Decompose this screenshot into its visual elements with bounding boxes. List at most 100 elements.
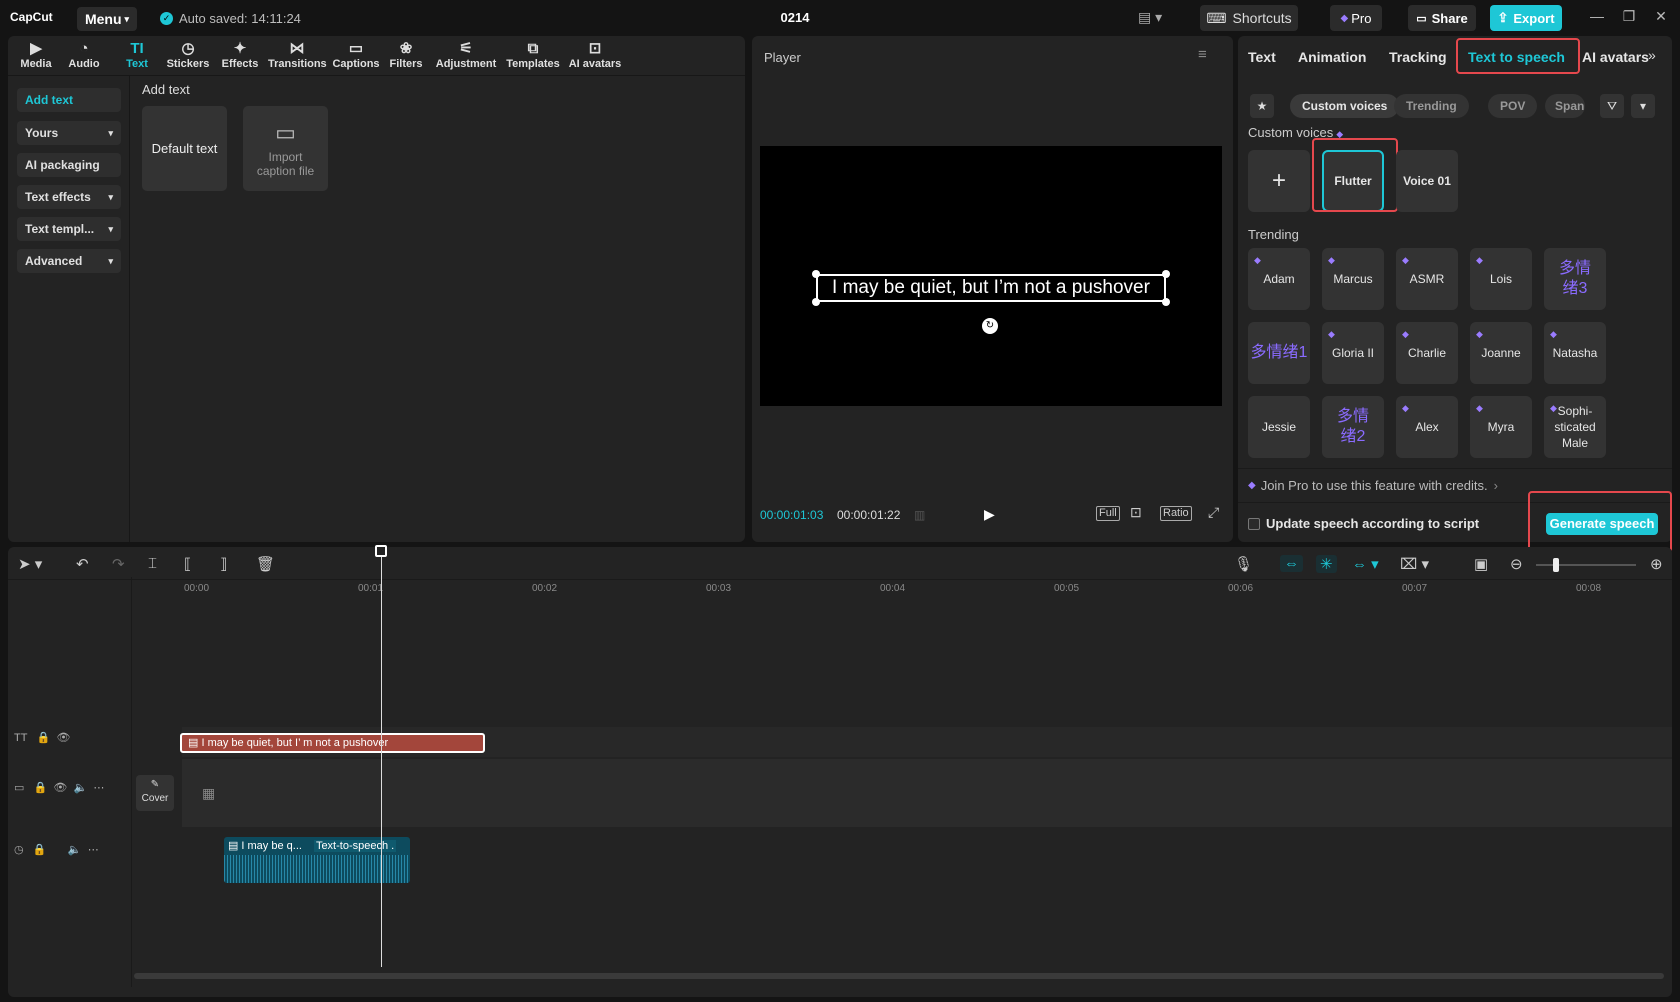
zoom-slider-track[interactable]	[1536, 564, 1636, 566]
tool-transitions[interactable]: ⋈ Transitions	[268, 40, 327, 70]
restore-icon[interactable]: ❐	[1614, 8, 1644, 25]
resize-handle[interactable]	[812, 270, 820, 278]
voice-card-voice-01[interactable]: Voice 01	[1396, 150, 1458, 212]
tab-ai-avatars[interactable]: AI avatars	[1582, 49, 1649, 65]
cover-button[interactable]: ✎ Cover	[136, 775, 174, 811]
close-icon[interactable]: ✕	[1646, 8, 1676, 25]
voice-card-charlie[interactable]: ◆ Charlie	[1396, 322, 1458, 384]
play-icon[interactable]: ▶	[984, 506, 995, 523]
share-button[interactable]: ▭ Share	[1408, 5, 1476, 31]
category-text-effects[interactable]: Text effects ▾	[17, 185, 121, 209]
hamburger-menu-icon[interactable]: ≡	[1198, 46, 1207, 63]
favorites-star-icon[interactable]: ★	[1250, 94, 1274, 118]
tool-text[interactable]: TI Text	[122, 40, 152, 70]
chip-span[interactable]: Span	[1545, 94, 1585, 118]
tool-ai-avatars[interactable]: ⊡ AI avatars	[566, 40, 624, 70]
voice-card-sophisticated-male[interactable]: ◆ Sophi-sticated Male	[1544, 396, 1606, 458]
speaker-icon[interactable]: 🔈	[68, 844, 82, 856]
category-add-text[interactable]: Add text	[17, 88, 121, 112]
caption-text-box[interactable]: I may be quiet, but I’m not a pushover	[812, 270, 1170, 306]
microphone-icon[interactable]: 🎙	[1234, 555, 1253, 573]
fullscreen-icon[interactable]: ⤢	[1208, 504, 1219, 521]
redo-icon[interactable]: ↷	[112, 555, 125, 573]
speaker-icon[interactable]: 🔈	[74, 782, 88, 794]
category-text-templates[interactable]: Text templ... ▾	[17, 217, 121, 241]
project-title[interactable]: 0214	[770, 10, 820, 25]
tool-templates[interactable]: ⧉ Templates	[504, 40, 562, 70]
resize-handle[interactable]	[1162, 270, 1170, 278]
voice-card-jessie[interactable]: Jessie	[1248, 396, 1310, 458]
chip-pov[interactable]: POV	[1488, 94, 1538, 118]
update-speech-checkbox[interactable]: Update speech according to script	[1248, 516, 1479, 531]
lock-icon[interactable]: 🔒	[34, 782, 48, 794]
select-tool-icon[interactable]: ➤ ▾	[18, 555, 42, 573]
split-left-icon[interactable]: ⟦	[184, 555, 191, 573]
ratio-button[interactable]: Ratio	[1160, 506, 1192, 521]
voice-card-adam[interactable]: ◆ Adam	[1248, 248, 1310, 310]
add-voice-button[interactable]: +	[1248, 150, 1310, 212]
linkage-icon[interactable]: ⇔ ▾	[1352, 555, 1379, 573]
preview-axis-icon[interactable]: ⌧ ▾	[1400, 555, 1429, 573]
filter-icon[interactable]: ⛛	[1600, 94, 1624, 118]
voice-card-multi-emotion-3[interactable]: 多情绪3	[1544, 248, 1606, 310]
snap-icon[interactable]: ✳	[1316, 555, 1337, 573]
voice-card-asmr[interactable]: ◆ ASMR	[1396, 248, 1458, 310]
voice-card-multi-emotion-1[interactable]: 多情绪1	[1248, 322, 1310, 384]
tool-media[interactable]: ▶ Media	[18, 40, 54, 70]
checkbox[interactable]	[1248, 517, 1260, 530]
voice-card-myra[interactable]: ◆ Myra	[1470, 396, 1532, 458]
tab-text[interactable]: Text	[1248, 49, 1276, 65]
category-ai-packaging[interactable]: AI packaging	[17, 153, 121, 177]
minimize-icon[interactable]: —	[1582, 8, 1612, 24]
tool-filters[interactable]: ❀ Filters	[388, 40, 424, 70]
tab-tracking[interactable]: Tracking	[1389, 49, 1447, 65]
audio-clip[interactable]: ▤ I may be q... Text-to-speech .	[224, 837, 410, 883]
video-canvas[interactable]: I may be quiet, but I’m not a pushover ↻	[760, 146, 1222, 406]
menu-button[interactable]: Menu ▾	[77, 7, 137, 31]
magnet-link-icon[interactable]: ⇔	[1280, 555, 1303, 572]
tool-effects[interactable]: ✦ Effects	[220, 40, 260, 70]
category-advanced[interactable]: Advanced ▾	[17, 249, 121, 273]
text-clip[interactable]: ▤ I may be quiet, but I’ m not a pushove…	[180, 733, 485, 753]
tool-adjustment[interactable]: ⚟ Adjustment	[434, 40, 498, 70]
voice-card-multi-emotion-2[interactable]: 多情绪2	[1322, 396, 1384, 458]
more-icon[interactable]: ⋯	[88, 844, 99, 856]
chip-custom-voices[interactable]: Custom voices	[1290, 94, 1400, 118]
split-icon[interactable]: ⌶	[148, 555, 157, 572]
zoom-slider-handle[interactable]	[1553, 558, 1559, 572]
default-text-tile[interactable]: Default text	[142, 106, 227, 191]
voice-card-alex[interactable]: ◆ Alex	[1396, 396, 1458, 458]
voice-card-lois[interactable]: ◆ Lois	[1470, 248, 1532, 310]
resize-handle[interactable]	[1162, 298, 1170, 306]
undo-icon[interactable]: ↶	[76, 555, 89, 573]
screen-icon[interactable]: ▣	[1474, 555, 1488, 573]
voice-card-joanne[interactable]: ◆ Joanne	[1470, 322, 1532, 384]
pro-note[interactable]: ◆ Join Pro to use this feature with credi…	[1248, 478, 1498, 493]
pro-button[interactable]: ◆ Pro	[1330, 5, 1382, 31]
rotate-icon[interactable]: ↻	[982, 318, 998, 334]
layout-icon[interactable]: ▤ ▾	[1138, 9, 1162, 26]
voice-card-natasha[interactable]: ◆ Natasha	[1544, 322, 1606, 384]
full-button[interactable]: Full	[1096, 506, 1120, 521]
voice-card-gloria-ii[interactable]: ◆ Gloria II	[1322, 322, 1384, 384]
playhead[interactable]	[381, 547, 382, 967]
delete-icon[interactable]: 🗑	[256, 555, 275, 573]
eye-icon[interactable]: 👁	[53, 782, 67, 794]
more-icon[interactable]: ⋯	[93, 782, 104, 794]
chevron-down-icon[interactable]: ▾	[1631, 94, 1655, 118]
zoom-in-icon[interactable]: ⊕	[1650, 555, 1663, 573]
voice-card-marcus[interactable]: ◆ Marcus	[1322, 248, 1384, 310]
zoom-out-icon[interactable]: ⊖	[1510, 555, 1523, 573]
resize-handle[interactable]	[812, 298, 820, 306]
playhead-handle[interactable]	[375, 545, 387, 557]
tool-stickers[interactable]: ◷ Stickers	[166, 40, 210, 70]
main-video-track[interactable]: ▦	[182, 759, 1672, 827]
tool-audio[interactable]: ◔ Audio	[66, 40, 102, 70]
export-button[interactable]: ⇪ Export	[1490, 5, 1562, 31]
lock-icon[interactable]: 🔒	[37, 732, 51, 744]
double-chevron-right-icon[interactable]: »	[1648, 47, 1656, 63]
category-yours[interactable]: Yours ▾	[17, 121, 121, 145]
tool-captions[interactable]: ▭ Captions	[332, 40, 380, 70]
timecode-grid-icon[interactable]: ▥	[914, 508, 925, 522]
tab-animation[interactable]: Animation	[1298, 49, 1366, 65]
